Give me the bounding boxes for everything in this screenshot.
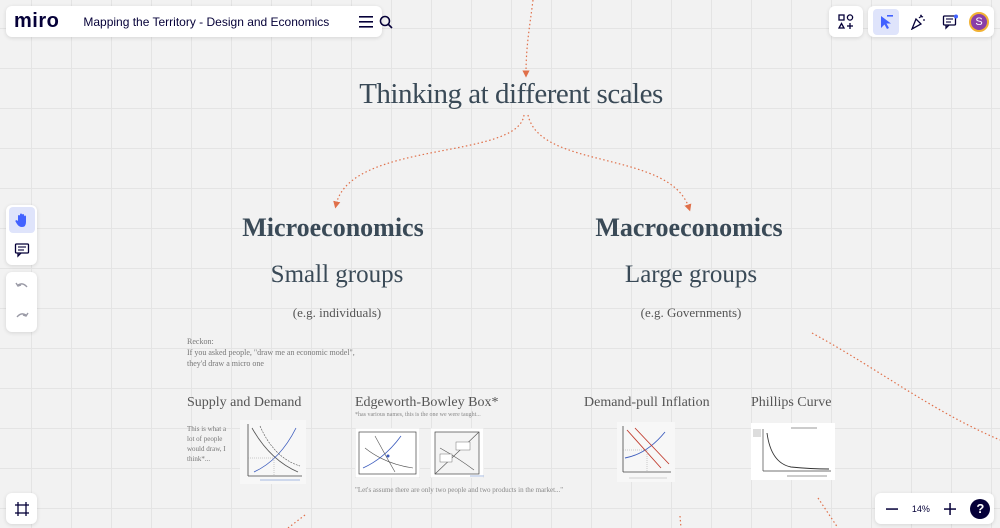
edgeworth-box-diagram[interactable]	[355, 428, 420, 478]
hand-icon[interactable]	[8, 207, 35, 233]
search-icon[interactable]	[379, 10, 393, 34]
board-title[interactable]: Mapping the Territory - Design and Econo…	[83, 15, 329, 29]
redo-icon[interactable]	[9, 304, 35, 330]
macro-example[interactable]: (e.g. Governments)	[591, 305, 791, 321]
connector-to-macro	[527, 114, 692, 212]
connector-top	[522, 0, 534, 78]
zoom-controls: 14% ?	[875, 493, 994, 524]
user-avatar[interactable]: S	[969, 11, 989, 32]
micro-example[interactable]: (e.g. individuals)	[237, 305, 437, 321]
collab-toolbar: S	[868, 6, 994, 37]
help-button[interactable]: ?	[970, 498, 991, 519]
macro-subheading[interactable]: Large groups	[591, 261, 791, 289]
micro-subheading[interactable]: Small groups	[237, 261, 437, 289]
edgeworth-caption[interactable]: "Let's assume there are only two people …	[355, 486, 563, 494]
reckon-line: If you asked people, "draw me an economi…	[187, 348, 355, 357]
supply-demand-title[interactable]: Supply and Demand	[187, 395, 301, 411]
phillips-curve-diagram[interactable]	[751, 423, 835, 480]
miro-logo[interactable]: miro	[14, 10, 59, 33]
plus-icon[interactable]	[937, 496, 963, 522]
connector-bottom-right	[817, 497, 839, 528]
select-cursor-icon[interactable]	[873, 8, 899, 35]
frames-toolbar	[6, 493, 37, 524]
comment-icon[interactable]	[9, 237, 35, 263]
connector-bottom-left	[287, 514, 306, 528]
reckon-line: they'd draw a micro one	[187, 359, 264, 368]
board-header: miro Mapping the Territory - Design and …	[6, 6, 393, 37]
apps-toolbar	[829, 6, 863, 37]
main-heading[interactable]: Thinking at different scales	[0, 78, 1000, 111]
phillips-title[interactable]: Phillips Curve	[751, 395, 832, 411]
demand-pull-title[interactable]: Demand-pull Inflation	[584, 395, 710, 411]
left-toolbar	[6, 205, 37, 265]
frames-icon[interactable]	[9, 496, 35, 522]
macro-heading[interactable]: Macroeconomics	[589, 213, 789, 243]
supply-demand-diagram[interactable]	[240, 420, 306, 484]
edgeworth-note[interactable]: *has various names, this is the one we w…	[355, 412, 481, 418]
supply-demand-note[interactable]: This is what a lot of people would draw,…	[187, 424, 232, 464]
hamburger-icon[interactable]	[359, 10, 374, 34]
reckon-note[interactable]: Reckon: If you asked people, "draw me an…	[187, 336, 357, 369]
comments-icon[interactable]	[937, 9, 963, 35]
reckon-line: Reckon:	[187, 337, 214, 346]
connector-bottom-mid	[679, 515, 682, 528]
shapes-plus-icon[interactable]	[833, 9, 859, 35]
demand-pull-diagram[interactable]	[617, 422, 675, 482]
minus-icon[interactable]	[879, 496, 905, 522]
connector-right	[811, 332, 1000, 441]
undo-icon[interactable]	[9, 274, 35, 300]
zoom-level[interactable]: 14%	[912, 504, 930, 514]
edgeworth-box-diagram-2[interactable]	[430, 428, 484, 478]
party-popper-icon[interactable]	[905, 9, 931, 35]
micro-heading[interactable]: Microeconomics	[233, 213, 433, 243]
history-toolbar	[6, 272, 37, 332]
edgeworth-title[interactable]: Edgeworth-Bowley Box*	[355, 395, 498, 411]
connector-to-micro	[333, 114, 525, 209]
